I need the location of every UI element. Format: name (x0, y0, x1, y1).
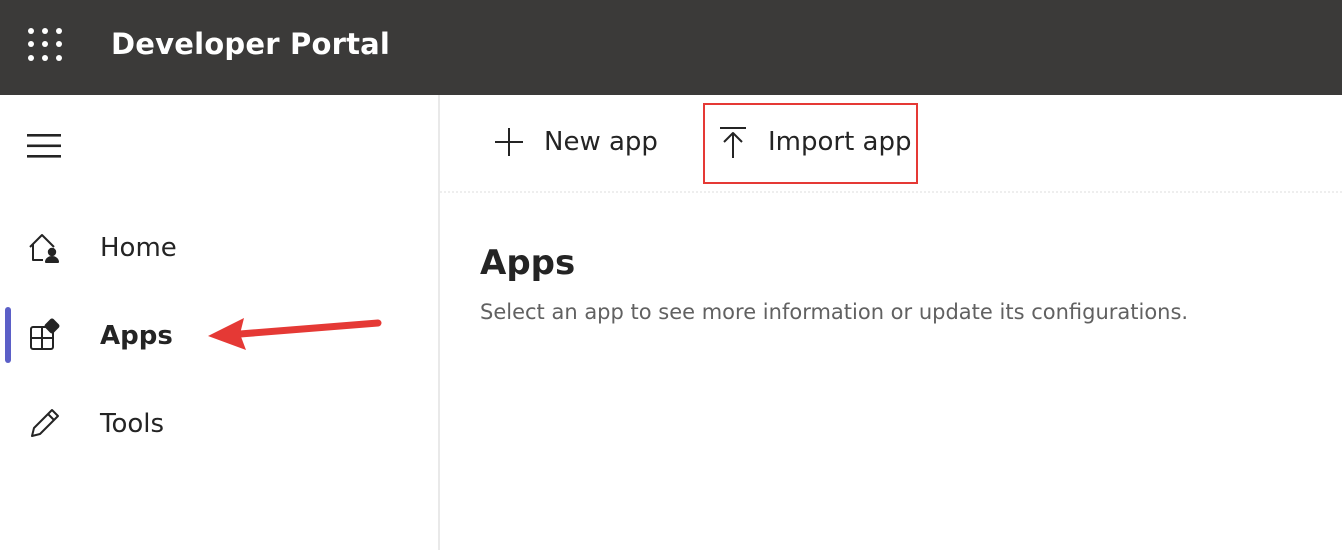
sidebar-item-home[interactable]: Home (0, 218, 438, 278)
main-content: New app Import app Apps Select an app to… (440, 95, 1342, 550)
sidebar-item-label: Home (100, 233, 177, 263)
app-launcher-waffle-icon[interactable] (28, 28, 62, 62)
annotation-arrow-icon (208, 318, 382, 350)
command-bar: New app Import app (440, 95, 1342, 193)
home-person-icon (26, 230, 62, 266)
app-title: Developer Portal (111, 27, 391, 61)
apps-grid-icon (26, 318, 62, 354)
page-subtitle: Select an app to see more information or… (480, 300, 1189, 324)
new-app-button[interactable]: New app (492, 119, 672, 165)
pencil-icon (26, 406, 62, 442)
sidebar-item-tools[interactable]: Tools (0, 394, 438, 454)
sidebar-item-label: Apps (100, 321, 173, 351)
page-title: Apps (480, 243, 576, 283)
new-app-label: New app (544, 127, 658, 157)
plus-icon (492, 125, 526, 159)
sidebar-item-label: Tools (100, 409, 165, 439)
hamburger-menu-icon[interactable] (27, 133, 61, 159)
import-highlight-box (703, 103, 918, 184)
top-bar: Developer Portal (0, 0, 1342, 95)
